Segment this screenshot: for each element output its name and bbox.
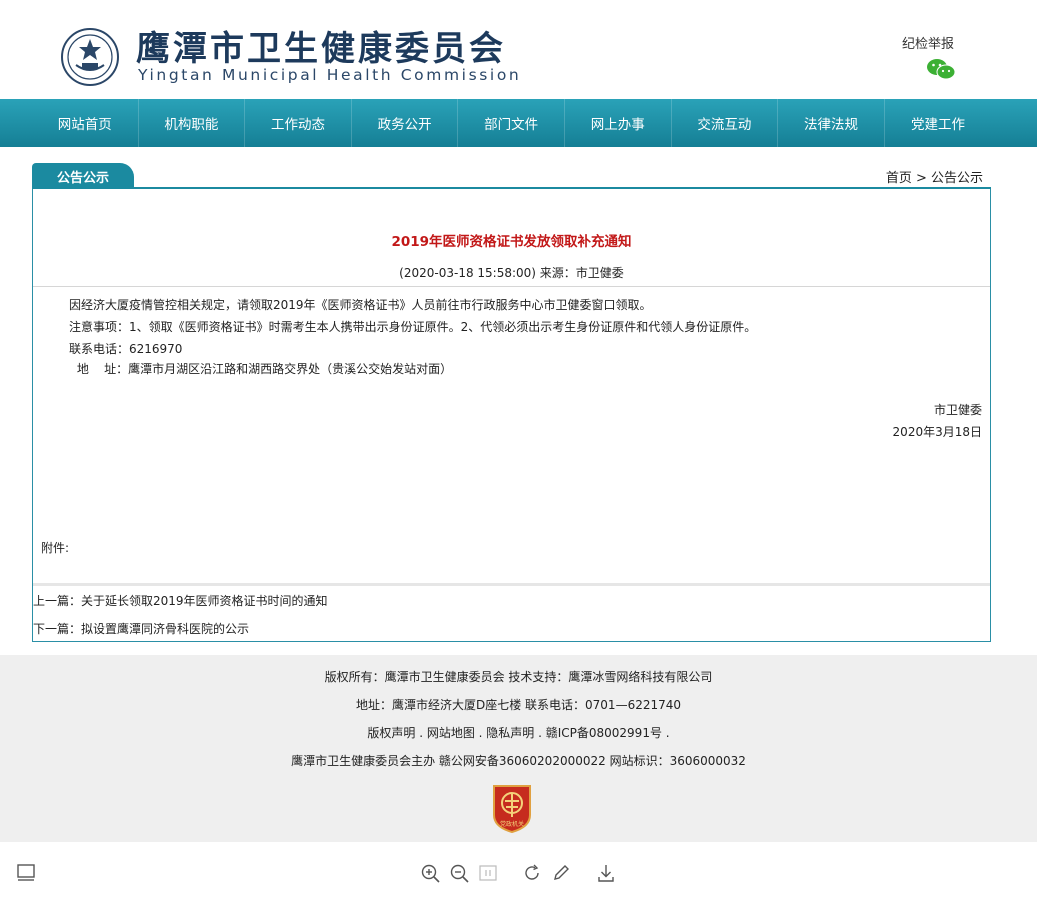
- prev-article-link[interactable]: 上一篇：关于延长领取2019年医师资格证书时间的通知: [33, 592, 328, 609]
- nav-item-documents[interactable]: 部门文件: [458, 99, 565, 147]
- footer-registration: 鹰潭市卫生健康委员会主办 赣公网安备36060202000022 网站标识：36…: [291, 754, 746, 768]
- site-subtitle: Yingtan Municipal Health Commission: [138, 66, 522, 84]
- attachment-label: 附件:: [41, 541, 70, 555]
- nav-item-functions[interactable]: 机构职能: [139, 99, 246, 147]
- actual-size-icon: [479, 865, 497, 881]
- nav-item-home[interactable]: 网站首页: [32, 99, 139, 147]
- breadcrumb[interactable]: 首页 > 公告公示: [886, 167, 983, 186]
- article-container: 2019年医师资格证书发放领取补充通知 (2020-03-18 15:58:00…: [32, 189, 991, 642]
- nav-item-interaction[interactable]: 交流互动: [672, 99, 779, 147]
- next-article-link[interactable]: 下一篇：拟设置鹰潭同济骨科医院的公示: [33, 620, 249, 637]
- party-government-badge-icon[interactable]: 党政机关: [491, 783, 533, 833]
- nav-item-laws[interactable]: 法律法规: [778, 99, 885, 147]
- zoom-in-icon[interactable]: [419, 862, 441, 884]
- nav-item-online-services[interactable]: 网上办事: [565, 99, 672, 147]
- signature-date: 2020年3月18日: [892, 425, 982, 439]
- article-meta: (2020-03-18 15:58:00) 来源：市卫健委: [399, 266, 624, 280]
- edit-icon[interactable]: [550, 862, 572, 884]
- article-paragraph: 因经济大厦疫情管控相关规定，请领取2019年《医师资格证书》人员前往市行政服务中…: [69, 298, 652, 312]
- article-paragraph: 联系电话：6216970: [69, 342, 183, 356]
- nav-item-public-affairs[interactable]: 政务公开: [352, 99, 459, 147]
- thumbnail-panel-icon[interactable]: [15, 862, 37, 884]
- article-paragraph: 地 址：鹰潭市月湖区沿江路和湖西路交界处（贵溪公交始发站对面）: [73, 362, 453, 376]
- nav-item-party[interactable]: 党建工作: [885, 99, 992, 147]
- main-nav: 网站首页 机构职能 工作动态 政务公开 部门文件 网上办事 交流互动 法律法规 …: [0, 99, 1037, 147]
- site-title: 鹰潭市卫生健康委员会: [136, 29, 506, 69]
- site-header: 鹰潭市卫生健康委员会 Yingtan Municipal Health Comm…: [0, 0, 1037, 99]
- section-tab[interactable]: 公告公示: [32, 163, 134, 189]
- article-title: 2019年医师资格证书发放领取补充通知: [391, 234, 632, 250]
- footer-copyright: 版权所有：鹰潭市卫生健康委员会 技术支持：鹰潭冰雪网络科技有限公司: [324, 670, 713, 684]
- viewer-toolbar: [0, 842, 1037, 905]
- footer-address: 地址：鹰潭市经济大厦D座七楼 联系电话：0701—6221740: [355, 698, 682, 712]
- wechat-icon[interactable]: [926, 57, 956, 81]
- discipline-report-link[interactable]: 纪检举报: [902, 33, 954, 52]
- rotate-icon[interactable]: [521, 862, 543, 884]
- section-tab-bar: 公告公示 首页 > 公告公示: [32, 163, 991, 189]
- download-icon[interactable]: [595, 862, 617, 884]
- nav-item-news[interactable]: 工作动态: [245, 99, 352, 147]
- badge-label: 党政机关: [500, 820, 524, 828]
- signature-org: 市卫健委: [933, 403, 982, 417]
- footer-links[interactable]: 版权声明 . 网站地图 . 隐私声明 . 赣ICP备08002991号 .: [0, 724, 1037, 741]
- divider: [33, 286, 990, 287]
- article-paragraph: 注意事项：1、领取《医师资格证书》时需考生本人携带出示身份证原件。2、代领必须出…: [69, 320, 757, 334]
- zoom-out-icon[interactable]: [448, 862, 470, 884]
- national-emblem-icon: [61, 28, 119, 86]
- divider: [33, 583, 990, 586]
- site-footer: 版权所有：鹰潭市卫生健康委员会 技术支持：鹰潭冰雪网络科技有限公司 地址：鹰潭市…: [0, 655, 1037, 842]
